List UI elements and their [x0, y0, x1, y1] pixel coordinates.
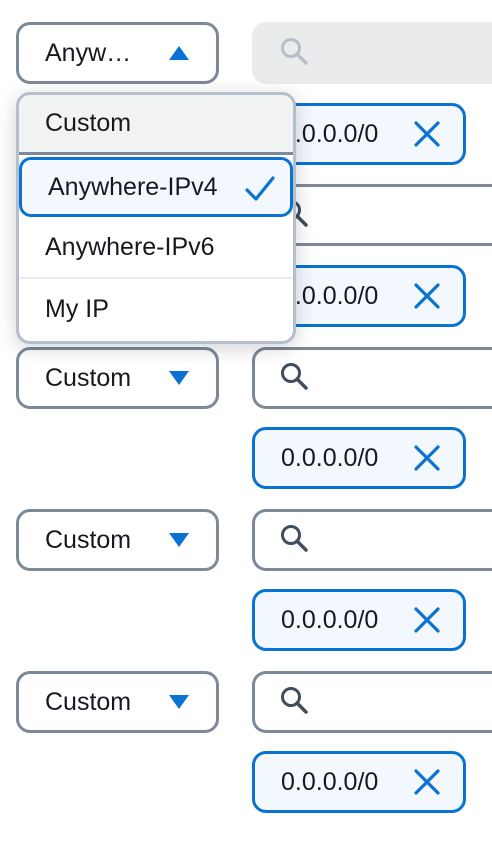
source-type-selected-label: Custom [45, 687, 132, 716]
source-type-selected-label: Anyw… [45, 38, 132, 67]
option-label: My IP [45, 294, 109, 323]
source-type-select[interactable]: Custom [16, 671, 219, 733]
source-search-input[interactable] [252, 347, 492, 409]
search-icon [279, 523, 309, 558]
source-type-dropdown: Custom Anywhere-IPv4 Anywhere-IPv6 My IP [16, 92, 296, 344]
close-icon[interactable] [409, 764, 445, 800]
option-label: Anywhere-IPv4 [48, 172, 218, 201]
search-icon [279, 685, 309, 720]
caret-down-icon [168, 370, 190, 386]
source-type-selected-label: Custom [45, 525, 132, 554]
cidr-token-value: 0.0.0.0/0 [281, 605, 379, 634]
caret-down-icon [168, 694, 190, 710]
source-search-input[interactable] [252, 671, 492, 733]
source-search-disabled [252, 22, 492, 84]
cidr-token-value: 0.0.0.0/0 [281, 119, 379, 148]
cidr-token-value: 0.0.0.0/0 [281, 281, 379, 310]
close-icon[interactable] [409, 278, 445, 314]
search-icon [279, 36, 309, 71]
search-icon [279, 361, 309, 396]
option-anywhere-ipv4[interactable]: Anywhere-IPv4 [19, 157, 293, 217]
cidr-token: 0.0.0.0/0 [252, 427, 466, 489]
cidr-token-value: 0.0.0.0/0 [281, 767, 379, 796]
checkmark-icon [244, 174, 276, 211]
close-icon[interactable] [409, 440, 445, 476]
source-type-select-open[interactable]: Anyw… [16, 22, 219, 84]
option-label: Anywhere-IPv6 [45, 232, 215, 261]
option-custom[interactable]: Custom [19, 95, 293, 155]
cidr-token-value: 0.0.0.0/0 [281, 443, 379, 472]
source-type-selected-label: Custom [45, 363, 132, 392]
option-anywhere-ipv6[interactable]: Anywhere-IPv6 [19, 217, 293, 277]
close-icon[interactable] [409, 602, 445, 638]
source-type-select[interactable]: Custom [16, 347, 219, 409]
option-label: Custom [45, 109, 132, 137]
option-my-ip[interactable]: My IP [19, 279, 293, 339]
source-type-select[interactable]: Custom [16, 509, 219, 571]
caret-down-icon [168, 532, 190, 548]
cidr-token: 0.0.0.0/0 [252, 751, 466, 813]
close-icon[interactable] [409, 116, 445, 152]
source-search-input[interactable] [252, 509, 492, 571]
cidr-token: 0.0.0.0/0 [252, 589, 466, 651]
caret-up-icon [168, 45, 190, 61]
